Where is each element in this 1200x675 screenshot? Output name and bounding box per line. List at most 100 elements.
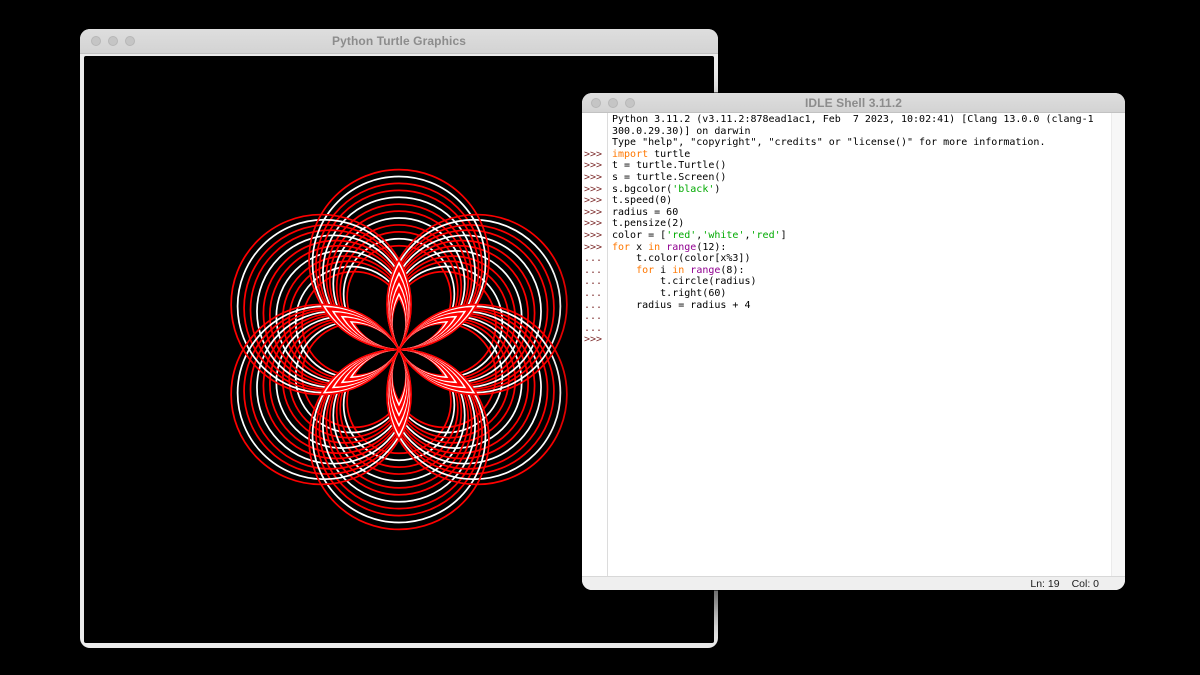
shell-code-line: for x in range(12): <box>607 242 726 254</box>
shell-prompt: >>> <box>582 195 607 207</box>
shell-code-line: t.circle(radius) <box>607 276 757 288</box>
zoom-button[interactable] <box>125 36 135 46</box>
code-token: in <box>672 265 684 276</box>
shell-output: Python 3.11.2 (v3.11.2:878ead1ac1, Feb 7… <box>582 114 1111 346</box>
code-token: import <box>612 149 648 160</box>
code-token: range <box>666 242 696 253</box>
shell-prompt: ... <box>582 265 607 277</box>
shell-code-line: Type "help", "copyright", "credits" or "… <box>607 137 1045 149</box>
code-token: 'red' <box>751 230 781 241</box>
code-token: radius = radius + 4 <box>612 300 750 311</box>
shell-code-line: t = turtle.Turtle() <box>607 160 726 172</box>
shell-code-line: for i in range(8): <box>607 265 745 277</box>
shell-prompt: >>> <box>582 218 607 230</box>
code-token: color = [ <box>612 230 666 241</box>
code-token: 'red' <box>666 230 696 241</box>
code-token: t.right(60) <box>612 288 726 299</box>
shell-prompt: >>> <box>582 149 607 161</box>
shell-row: ... <box>582 311 1111 323</box>
code-token: Python 3.11.2 (v3.11.2:878ead1ac1, Feb 7… <box>612 114 1094 125</box>
code-token: s.bgcolor( <box>612 184 672 195</box>
minimize-button[interactable] <box>108 36 118 46</box>
shell-code-line: color = ['red','white','red'] <box>607 230 787 242</box>
code-token: for <box>612 242 630 253</box>
status-line-indicator: Ln: 19 <box>1030 578 1059 590</box>
code-token: ) <box>714 184 720 195</box>
code-token: 300.0.29.30)] on darwin <box>612 126 750 137</box>
shell-row: ... t.circle(radius) <box>582 276 1111 288</box>
code-token: radius = 60 <box>612 207 678 218</box>
shell-code-line: Python 3.11.2 (v3.11.2:878ead1ac1, Feb 7… <box>607 114 1094 126</box>
shell-row: >>> s = turtle.Screen() <box>582 172 1111 184</box>
code-token: t.pensize(2) <box>612 218 684 229</box>
shell-row: 300.0.29.30)] on darwin <box>582 126 1111 138</box>
scrollbar-track[interactable] <box>1111 113 1125 576</box>
zoom-button[interactable] <box>625 98 635 108</box>
code-token: (8): <box>720 265 744 276</box>
idle-titlebar[interactable]: IDLE Shell 3.11.2 <box>582 93 1125 113</box>
shell-code-line: radius = 60 <box>607 207 678 219</box>
code-token: turtle <box>648 149 690 160</box>
shell-row: ... t.color(color[x%3]) <box>582 253 1111 265</box>
turtle-window-title: Python Turtle Graphics <box>80 34 718 48</box>
code-token: t = turtle.Turtle() <box>612 160 726 171</box>
shell-code-line: t.speed(0) <box>607 195 672 207</box>
shell-code-line: 300.0.29.30)] on darwin <box>607 126 750 138</box>
shell-row: Type "help", "copyright", "credits" or "… <box>582 137 1111 149</box>
shell-row: >>> t.pensize(2) <box>582 218 1111 230</box>
shell-prompt: ... <box>582 288 607 300</box>
shell-row: >>> <box>582 334 1111 346</box>
code-token: ] <box>781 230 787 241</box>
shell-prompt: >>> <box>582 242 607 254</box>
shell-text-area[interactable]: Python 3.11.2 (v3.11.2:878ead1ac1, Feb 7… <box>582 113 1125 576</box>
turtle-titlebar[interactable]: Python Turtle Graphics <box>80 29 718 54</box>
code-token: t.speed(0) <box>612 195 672 206</box>
shell-code-line: s = turtle.Screen() <box>607 172 726 184</box>
minimize-button[interactable] <box>608 98 618 108</box>
shell-code-line: t.right(60) <box>607 288 726 300</box>
shell-prompt: >>> <box>582 172 607 184</box>
shell-row: >>>color = ['red','white','red'] <box>582 230 1111 242</box>
close-button[interactable] <box>91 36 101 46</box>
prompt-sidebar-divider <box>607 113 608 576</box>
shell-code-line: s.bgcolor('black') <box>607 184 720 196</box>
code-token: Type "help", "copyright", "credits" or "… <box>612 137 1045 148</box>
shell-code-line: import turtle <box>607 149 690 161</box>
idle-shell-window: IDLE Shell 3.11.2 Python 3.11.2 (v3.11.2… <box>582 93 1125 590</box>
status-bar: Ln: 19 Col: 0 <box>582 576 1125 590</box>
shell-prompt: >>> <box>582 160 607 172</box>
shell-row: >>> t = turtle.Turtle() <box>582 160 1111 172</box>
shell-row: ... t.right(60) <box>582 288 1111 300</box>
shell-prompt <box>582 114 607 126</box>
shell-row: Python 3.11.2 (v3.11.2:878ead1ac1, Feb 7… <box>582 114 1111 126</box>
shell-row: >>> t.speed(0) <box>582 195 1111 207</box>
code-token: for <box>636 265 654 276</box>
idle-window-title: IDLE Shell 3.11.2 <box>582 96 1125 110</box>
shell-prompt: ... <box>582 253 607 265</box>
status-col-indicator: Col: 0 <box>1072 578 1099 590</box>
turtle-window-controls <box>80 36 135 46</box>
code-token: in <box>648 242 660 253</box>
shell-row: ... radius = radius + 4 <box>582 300 1111 312</box>
code-token: t.color(color[x%3]) <box>612 253 750 264</box>
code-token: 'white' <box>702 230 744 241</box>
code-token: i <box>654 265 672 276</box>
shell-row: >>>radius = 60 <box>582 207 1111 219</box>
shell-row: >>>s.bgcolor('black') <box>582 184 1111 196</box>
shell-prompt: ... <box>582 323 607 335</box>
idle-window-controls <box>582 98 635 108</box>
code-token: (12): <box>696 242 726 253</box>
shell-prompt <box>582 137 607 149</box>
shell-prompt <box>582 126 607 138</box>
code-token: s = turtle.Screen() <box>612 172 726 183</box>
code-token: range <box>690 265 720 276</box>
shell-row: >>>for x in range(12): <box>582 242 1111 254</box>
code-token: x <box>630 242 648 253</box>
code-token <box>612 265 636 276</box>
close-button[interactable] <box>591 98 601 108</box>
shell-prompt: ... <box>582 300 607 312</box>
shell-code-line: radius = radius + 4 <box>607 300 750 312</box>
shell-prompt: >>> <box>582 184 607 196</box>
shell-code-line: t.pensize(2) <box>607 218 684 230</box>
shell-prompt: ... <box>582 311 607 323</box>
